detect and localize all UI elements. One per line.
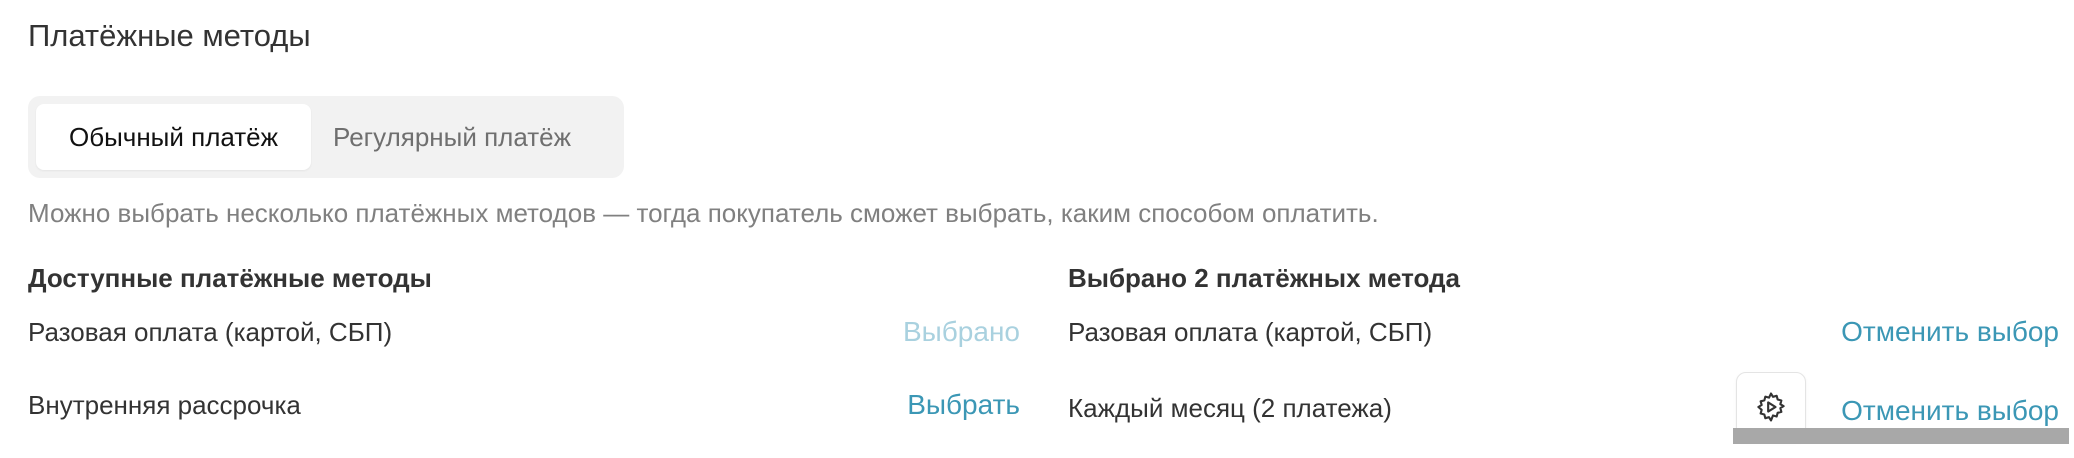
select-method-button[interactable]: Выбрать xyxy=(907,387,1020,423)
cancel-selection-button[interactable]: Отменить выбор xyxy=(1841,393,2059,429)
page-title: Платёжные методы xyxy=(28,18,311,53)
payment-type-tabs: Обычный платёж Регулярный платёж xyxy=(28,96,624,178)
cancel-selection-button[interactable]: Отменить выбор xyxy=(1841,314,2059,350)
selected-methods-heading: Выбрано 2 платёжных метода xyxy=(1068,263,1461,293)
available-item-label: Внутренняя рассрочка xyxy=(28,390,301,420)
selected-item-label: Каждый месяц (2 платежа) xyxy=(1068,393,1392,423)
tab-recurring-payment[interactable]: Регулярный платёж xyxy=(333,104,571,170)
available-methods-heading: Доступные платёжные методы xyxy=(28,263,432,293)
hint-text: Можно выбрать несколько платёжных методо… xyxy=(28,198,1379,228)
horizontal-scrollbar[interactable] xyxy=(1733,428,2069,444)
selected-item-label: Разовая оплата (картой, СБП) xyxy=(1068,317,1433,347)
selected-status-label: Выбрано xyxy=(902,316,1020,347)
available-item-label: Разовая оплата (картой, СБП) xyxy=(28,317,393,347)
payment-methods-page: Платёжные методы Обычный платёж Регулярн… xyxy=(0,0,2074,458)
tab-one-time-payment[interactable]: Обычный платёж xyxy=(36,104,311,170)
gear-icon xyxy=(1757,392,1785,422)
